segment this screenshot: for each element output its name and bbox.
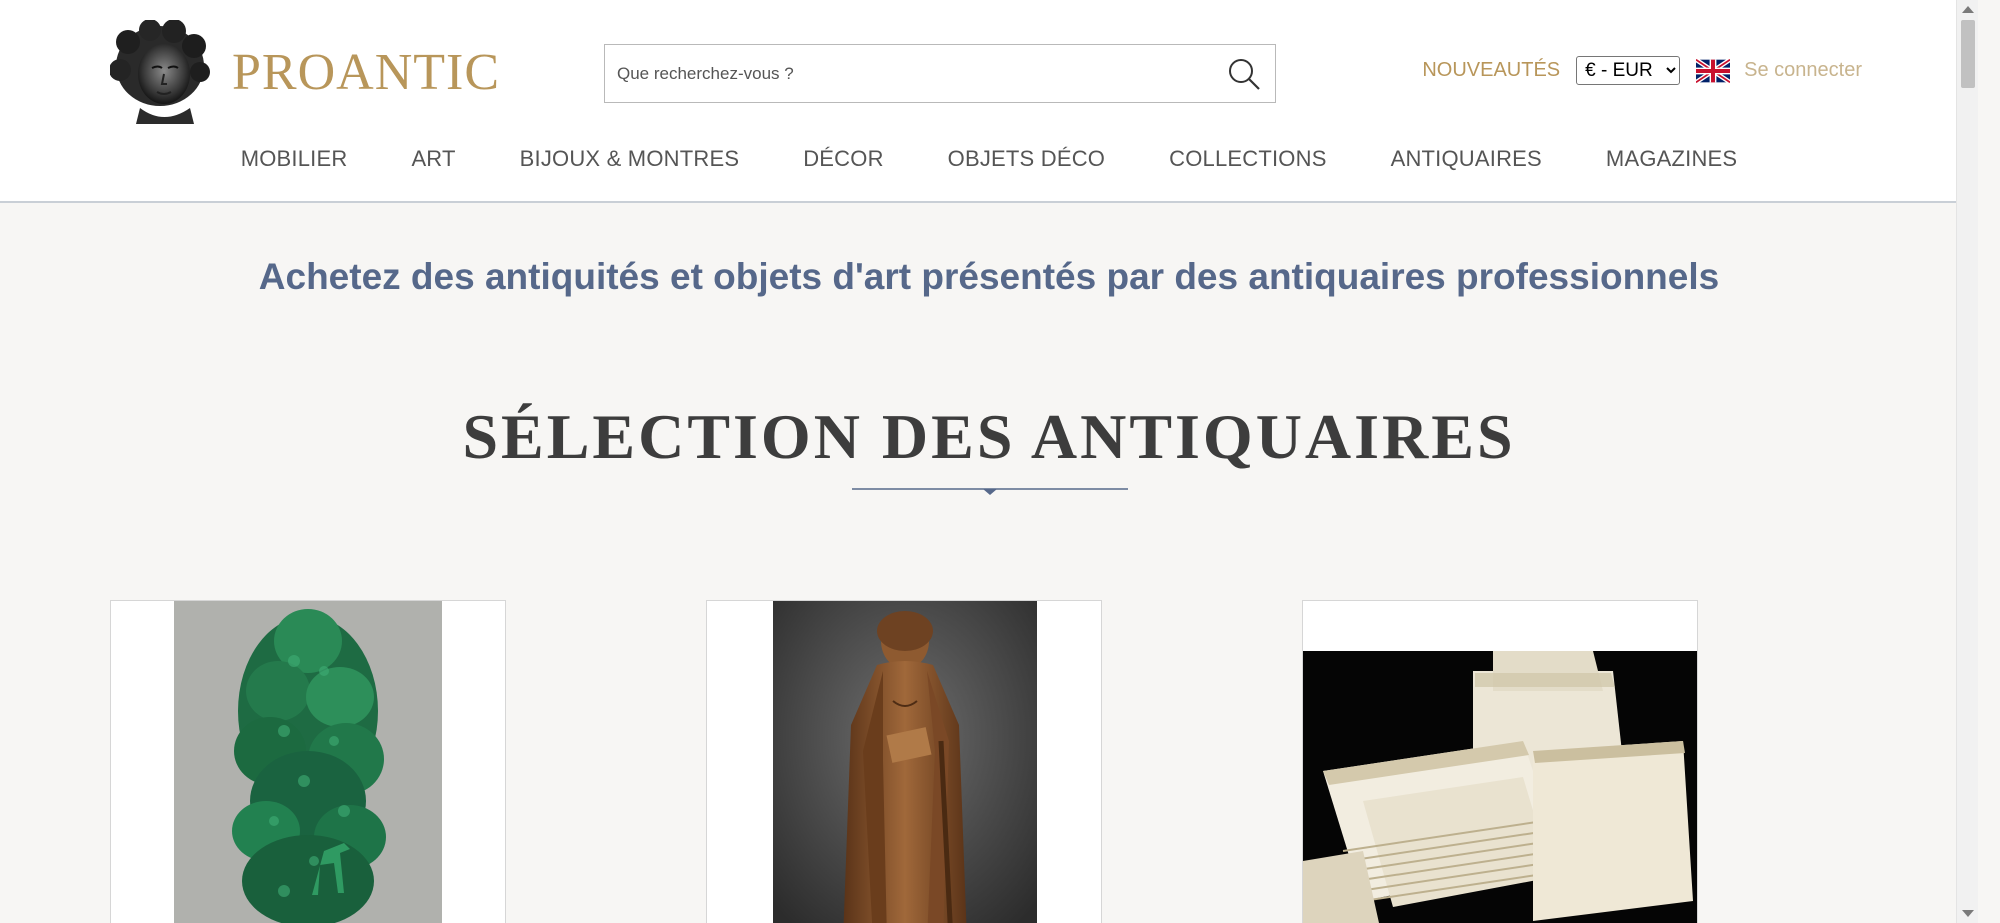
search-icon	[1229, 58, 1260, 90]
tagline: Achetez des antiquités et objets d'art p…	[258, 256, 1720, 297]
site-header: PROANTIC NOUVEAUTÉS € - EUR	[0, 0, 1978, 203]
scroll-thumb[interactable]	[1961, 20, 1975, 88]
page-scrollbar[interactable]	[1956, 0, 1978, 923]
nav-item-collections[interactable]: COLLECTIONS	[1169, 146, 1326, 172]
login-link[interactable]: Se connecter	[1744, 59, 1862, 82]
uk-flag-icon[interactable]	[1696, 58, 1731, 83]
search-bar	[604, 44, 1276, 103]
search-input[interactable]	[605, 45, 1213, 102]
section-title: SÉLECTION DES ANTIQUAIRES	[462, 401, 1516, 472]
product-image-wood-statue[interactable]	[773, 601, 1037, 923]
nav-item-mobilier[interactable]: MOBILIER	[241, 146, 348, 172]
currency-select[interactable]: € - EUR	[1576, 56, 1681, 85]
nav-item-objets-deco[interactable]: OBJETS DÉCO	[948, 146, 1105, 172]
logo-link[interactable]: PROANTIC	[110, 20, 500, 124]
header-actions: NOUVEAUTÉS € - EUR Se connecter	[1422, 56, 1862, 85]
title-divider	[852, 488, 1128, 495]
nav-item-art[interactable]: ART	[411, 146, 455, 172]
search-button[interactable]	[1213, 45, 1275, 102]
logo-text: PROANTIC	[232, 43, 501, 101]
nav-item-decor[interactable]: DÉCOR	[803, 146, 883, 172]
scroll-down-icon[interactable]	[1962, 910, 1974, 917]
nouveautes-link[interactable]: NOUVEAUTÉS	[1422, 59, 1560, 82]
scroll-up-icon[interactable]	[1962, 6, 1974, 13]
nav-item-bijoux-montres[interactable]: BIJOUX & MONTRES	[520, 146, 740, 172]
nav-item-magazines[interactable]: MAGAZINES	[1606, 146, 1737, 172]
product-card[interactable]	[1302, 600, 1698, 923]
main-nav: MOBILIER ART BIJOUX & MONTRES DÉCOR OBJE…	[0, 146, 1978, 172]
product-image-malachite-sculpture[interactable]	[174, 601, 442, 923]
product-image-lace-linens[interactable]	[1303, 651, 1698, 923]
page: PROANTIC NOUVEAUTÉS € - EUR	[0, 0, 1978, 923]
nav-item-antiquaires[interactable]: ANTIQUAIRES	[1391, 146, 1542, 172]
bust-logo-icon	[110, 20, 210, 124]
product-card[interactable]	[110, 600, 506, 923]
product-card[interactable]	[706, 600, 1102, 923]
